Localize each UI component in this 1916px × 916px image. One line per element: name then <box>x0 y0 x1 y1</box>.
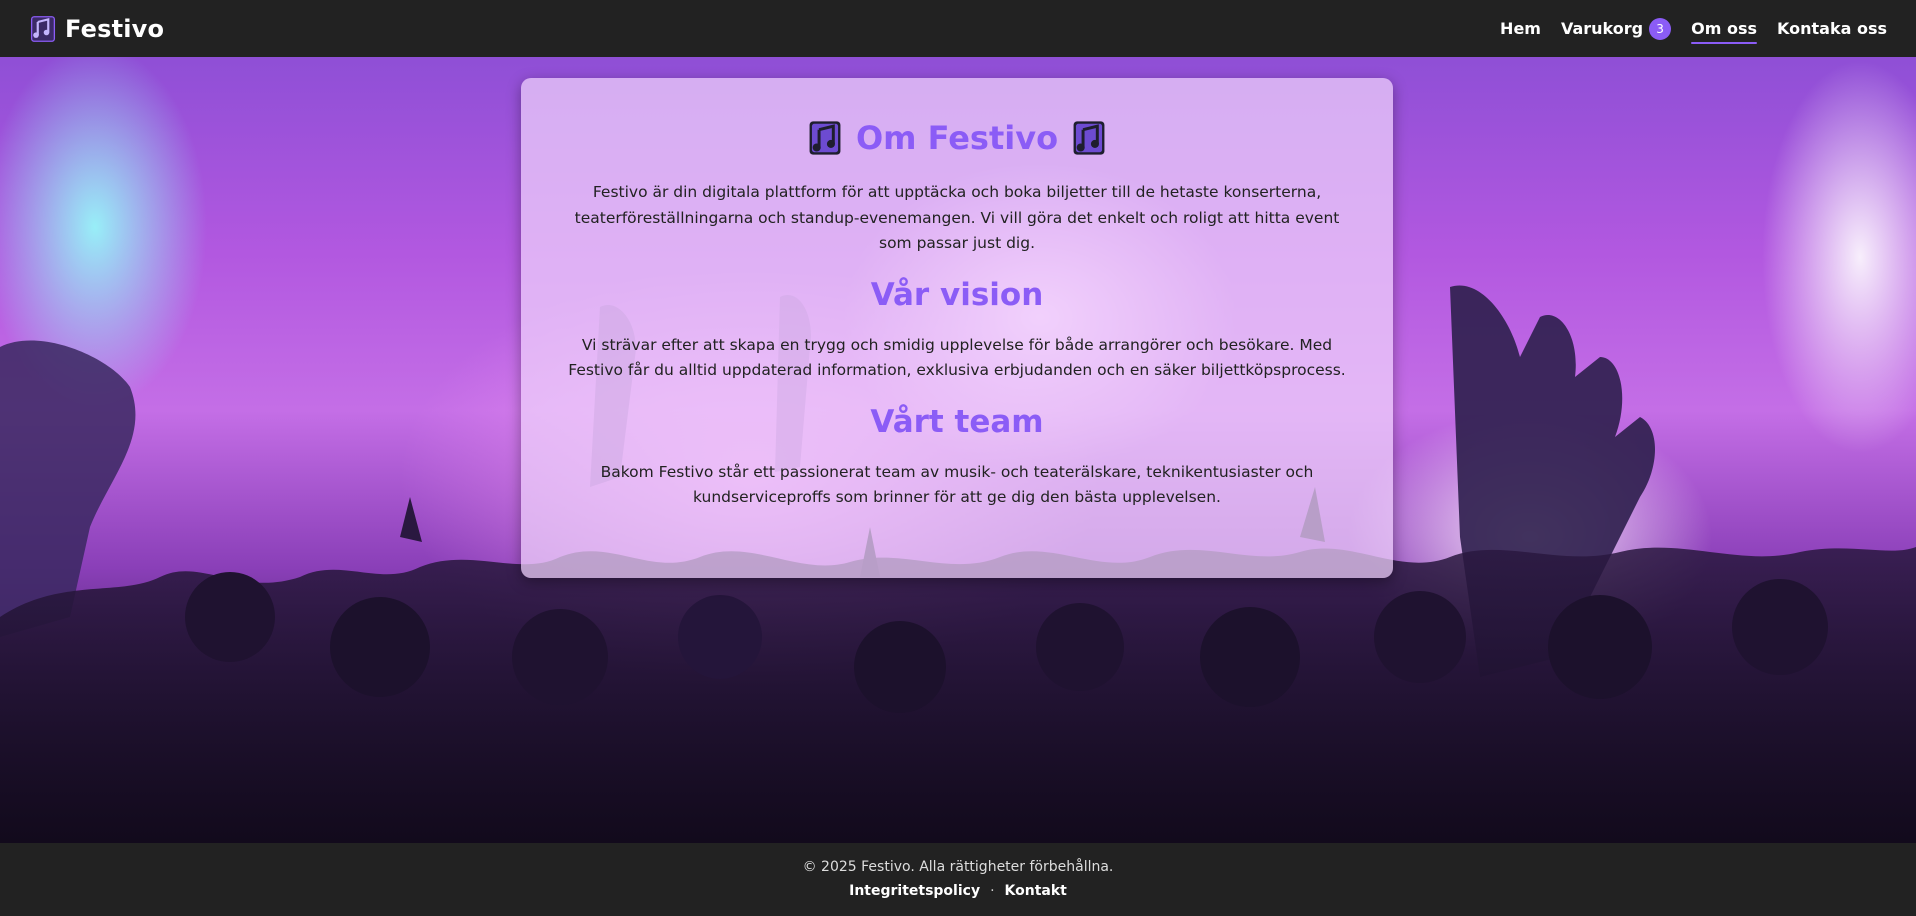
nav-link-label: Om oss <box>1691 19 1757 38</box>
nav-link-label: Varukorg <box>1560 19 1644 38</box>
nav-link-om-oss[interactable]: Om oss <box>1691 13 1757 44</box>
intro-paragraph: Festivo är din digitala plattform för at… <box>574 183 1340 252</box>
page-footer: © 2025 Festivo. Alla rättigheter förbehå… <box>0 843 1916 916</box>
brand-name: Festivo <box>65 14 165 43</box>
footer-link-kontakt[interactable]: Kontakt <box>1005 883 1067 899</box>
page-title: Om Festivo <box>557 118 1357 158</box>
team-heading: Vårt team <box>870 403 1044 440</box>
cart-count-badge: 3 <box>1649 17 1672 40</box>
footer-links: Integritetspolicy · Kontakt <box>0 883 1916 899</box>
nav-link-kontakta-oss[interactable]: Kontaka oss <box>1777 13 1887 44</box>
copyright-text: © 2025 Festivo. Alla rättigheter förbehå… <box>802 859 1114 875</box>
music-notes-icon <box>30 15 56 42</box>
nav-link-hem[interactable]: Hem <box>1500 13 1541 44</box>
page-title-text: Om Festivo <box>855 119 1059 157</box>
vision-paragraph: Vi strävar efter att skapa en trygg och … <box>568 335 1346 380</box>
team-paragraph: Bakom Festivo står ett passionerat team … <box>600 462 1314 507</box>
music-notes-icon <box>1073 121 1105 155</box>
about-card: Om Festivo Festivo är din digitala platt… <box>521 78 1393 578</box>
vision-heading: Vår vision <box>870 276 1044 313</box>
footer-link-integritetspolicy[interactable]: Integritetspolicy <box>849 883 980 899</box>
nav-link-varukorg[interactable]: Varukorg 3 <box>1560 12 1672 46</box>
music-notes-icon <box>809 121 841 155</box>
top-navbar: Festivo Hem Varukorg 3 Om oss Kontaka os… <box>0 0 1916 57</box>
nav-link-label: Kontaka oss <box>1777 19 1887 38</box>
footer-separator: · <box>990 883 995 899</box>
nav-links: Hem Varukorg 3 Om oss Kontaka oss <box>1500 12 1887 46</box>
brand-logo-link[interactable]: Festivo <box>29 15 164 43</box>
nav-link-label: Hem <box>1500 19 1541 38</box>
